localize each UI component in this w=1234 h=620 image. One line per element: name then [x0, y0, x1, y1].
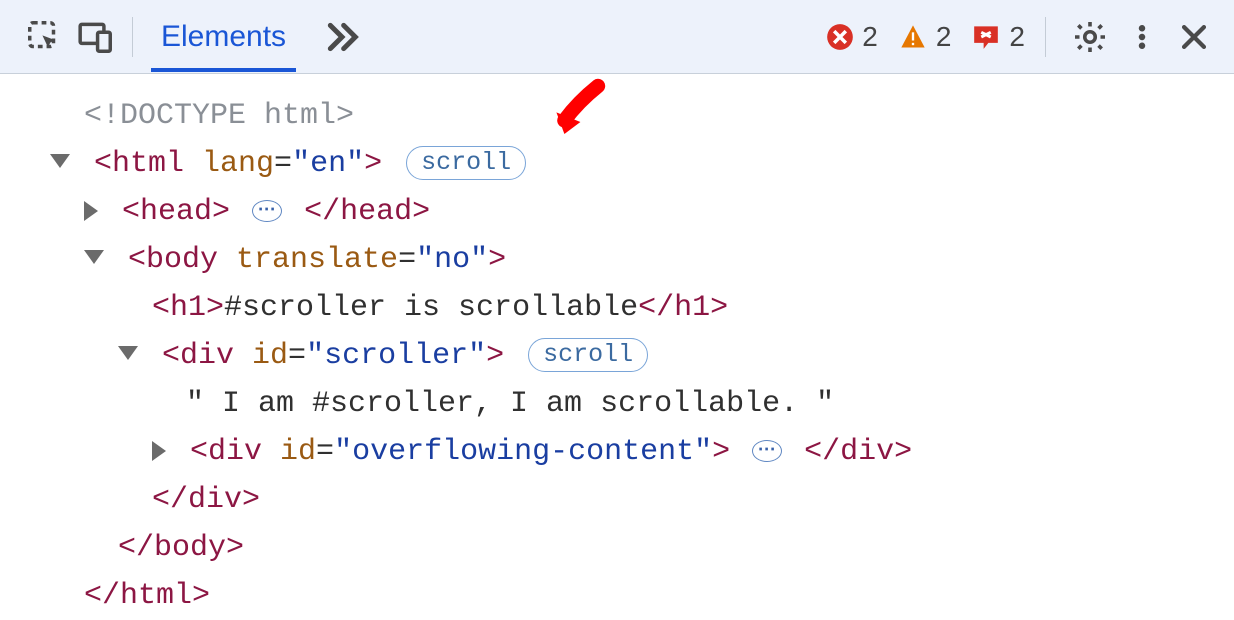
toolbar-separator	[132, 17, 133, 57]
kebab-menu-icon[interactable]	[1116, 11, 1168, 63]
error-count: 2	[862, 21, 878, 53]
device-toolbar-icon[interactable]	[70, 11, 122, 63]
disclosure-triangle-icon[interactable]	[84, 250, 104, 264]
disclosure-triangle-icon[interactable]	[152, 441, 166, 461]
text-node-line[interactable]: " I am #scroller, I am scrollable. "	[0, 380, 1234, 428]
doctype-text: <!DOCTYPE html>	[84, 99, 354, 133]
close-icon[interactable]	[1168, 11, 1220, 63]
disclosure-triangle-icon[interactable]	[118, 346, 138, 360]
scroller-div-close-line[interactable]: </div>	[0, 476, 1234, 524]
error-icon	[826, 23, 854, 51]
devtools-toolbar: Elements 2 2 2	[0, 0, 1234, 74]
inspect-element-icon[interactable]	[18, 11, 70, 63]
warning-icon	[898, 23, 928, 51]
scroll-badge[interactable]: scroll	[528, 338, 648, 372]
ellipsis-icon[interactable]: ⋯	[752, 440, 782, 462]
head-line[interactable]: <head> ⋯ </head>	[0, 188, 1234, 236]
body-open-line[interactable]: <body translate="no">	[0, 236, 1234, 284]
scroller-div-open-line[interactable]: <div id="scroller"> scroll	[0, 332, 1234, 380]
settings-icon[interactable]	[1064, 11, 1116, 63]
disclosure-triangle-icon[interactable]	[84, 201, 98, 221]
ellipsis-icon[interactable]: ⋯	[252, 200, 282, 222]
more-tabs-button[interactable]	[322, 17, 362, 57]
issues-count: 2	[1009, 21, 1025, 53]
issues-icon	[971, 24, 1001, 50]
disclosure-triangle-icon[interactable]	[50, 154, 70, 168]
html-close-line[interactable]: </html>	[0, 572, 1234, 620]
elements-tree: <!DOCTYPE html> <html lang="en"> scroll …	[0, 74, 1234, 620]
annotation-arrow	[542, 74, 622, 154]
issue-counts[interactable]: 2 2 2	[826, 21, 1035, 53]
h1-line[interactable]: <h1>#scroller is scrollable</h1>	[0, 284, 1234, 332]
toolbar-separator	[1045, 17, 1046, 57]
tab-elements[interactable]: Elements	[151, 2, 296, 72]
body-close-line[interactable]: </body>	[0, 524, 1234, 572]
scroll-badge[interactable]: scroll	[406, 146, 526, 180]
overflow-div-line[interactable]: <div id="overflowing-content"> ⋯ </div>	[0, 428, 1234, 476]
warning-count: 2	[936, 21, 952, 53]
